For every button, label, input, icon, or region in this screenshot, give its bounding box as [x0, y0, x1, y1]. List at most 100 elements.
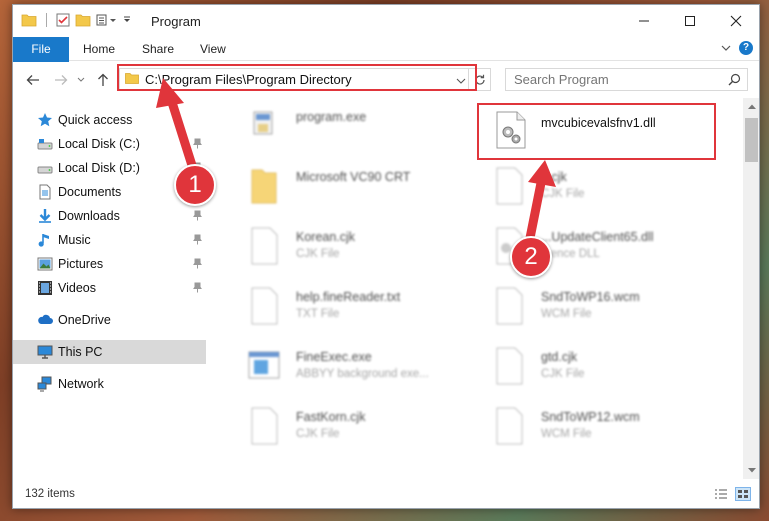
refresh-button[interactable] [468, 69, 490, 90]
sidebar-item-videos[interactable]: Videos [13, 276, 206, 300]
refresh-icon [474, 74, 485, 85]
list-item[interactable]: SndToWP16.wcm WCM File [491, 284, 711, 340]
sidebar-item-downloads[interactable]: Downloads [13, 204, 206, 228]
list-item[interactable]: Microsoft VC90 CRT [246, 164, 466, 220]
step-badge-2: 2 [510, 236, 552, 278]
exe-icon [253, 111, 273, 135]
sidebar-item-quick-access[interactable]: Quick access [13, 108, 206, 132]
pin-icon[interactable] [193, 138, 202, 149]
sidebar-item-music[interactable]: Music [13, 228, 206, 252]
sidebar-item-label: Downloads [58, 209, 120, 223]
list-item[interactable]: gtd.cjk CJK File [491, 344, 711, 400]
sidebar-item-label: Local Disk (D:) [58, 161, 140, 175]
help-icon[interactable]: ? [739, 41, 753, 55]
file-type: CJK File [541, 368, 585, 380]
sidebar-item-network[interactable]: Network [13, 372, 206, 396]
file-type: CJK File [541, 188, 585, 200]
sidebar-item-label: Pictures [58, 257, 104, 271]
list-item[interactable]: program.exe [246, 104, 466, 160]
dll-gear-icon [496, 111, 526, 149]
forward-button[interactable] [53, 72, 69, 88]
sidebar-item-this-pc[interactable]: This PC [13, 340, 206, 364]
list-item[interactable]: mvcubicevalsfnv1.dll [491, 108, 711, 164]
chevron-down-icon [456, 78, 466, 84]
chevron-down-icon [77, 77, 85, 82]
scroll-down-button[interactable] [743, 462, 759, 479]
file-list: program.exe mvcubicevalsfnv1.dll Microso… [206, 98, 743, 479]
blank-file-icon [251, 227, 278, 265]
minimize-button[interactable] [621, 5, 667, 37]
sidebar-item-label: Local Disk (C:) [58, 137, 140, 151]
vertical-scrollbar[interactable] [743, 98, 759, 479]
network-icon [37, 376, 52, 392]
properties-icon[interactable] [56, 13, 70, 27]
maximize-icon [685, 16, 695, 26]
pin-icon[interactable] [193, 282, 202, 293]
maximize-button[interactable] [667, 5, 713, 37]
sidebar-item-local-disk-c[interactable]: Local Disk (C:) [13, 132, 206, 156]
file-type: CJK File [296, 248, 340, 260]
tiles-view-button[interactable] [735, 487, 751, 501]
new-folder-icon[interactable] [75, 13, 91, 27]
list-item[interactable]: ...cjk CJK File [491, 164, 711, 220]
navigation-pane: Quick access Local Disk (C:) Local Disk … [13, 98, 206, 479]
documents-icon [39, 184, 51, 200]
pin-icon[interactable] [193, 210, 202, 221]
tab-view[interactable]: View [186, 37, 240, 61]
videos-icon [38, 281, 52, 295]
chevron-down-icon[interactable] [123, 13, 131, 27]
up-button[interactable] [95, 72, 111, 88]
close-button[interactable] [713, 5, 759, 37]
pictures-icon [37, 257, 53, 271]
chevron-down-icon [747, 468, 756, 473]
computer-icon [37, 345, 53, 359]
search-icon[interactable] [728, 73, 741, 89]
sidebar-item-onedrive[interactable]: OneDrive [13, 308, 206, 332]
sidebar-item-pictures[interactable]: Pictures [13, 252, 206, 276]
search-input[interactable] [506, 69, 716, 90]
tiles-view-icon [738, 490, 748, 498]
address-dropdown[interactable] [456, 74, 466, 88]
close-icon [730, 15, 742, 27]
blank-file-icon [251, 287, 278, 325]
back-button[interactable] [25, 72, 41, 88]
customize-toolbar-icon[interactable] [96, 13, 118, 27]
recent-locations-button[interactable] [73, 72, 89, 88]
cloud-icon [38, 314, 53, 324]
file-name: ...cjk [541, 170, 567, 184]
list-item[interactable]: FastKorn.cjk CJK File [246, 404, 466, 460]
file-name: SndToWP16.wcm [541, 290, 640, 304]
list-item[interactable]: help.fineReader.txt TXT File [246, 284, 466, 340]
explorer-window: Program File Home Share View ? C:\Progra… [12, 4, 760, 509]
pin-icon[interactable] [193, 234, 202, 245]
scrollbar-thumb[interactable] [745, 118, 758, 162]
file-name: SndToWP12.wcm [541, 410, 640, 424]
drive-icon [37, 139, 53, 150]
star-icon [38, 113, 52, 127]
file-name: Korean.cjk [296, 230, 356, 244]
file-name: gtd.cjk [541, 350, 578, 364]
tab-home[interactable]: Home [69, 37, 129, 61]
blank-file-icon [496, 287, 523, 325]
address-path: C:\Program Files\Program Directory [145, 72, 352, 87]
pin-icon[interactable] [193, 258, 202, 269]
file-name: FineExec.exe [296, 350, 372, 364]
ribbon-tabs: File Home Share View ? [13, 37, 759, 93]
list-item[interactable]: Korean.cjk CJK File [246, 224, 466, 280]
tab-share[interactable]: Share [128, 37, 188, 61]
sidebar-item-label: Quick access [58, 113, 133, 127]
address-bar[interactable]: C:\Program Files\Program Directory [119, 68, 491, 91]
scroll-up-button[interactable] [743, 98, 759, 115]
sidebar-item-label: Network [58, 377, 104, 391]
details-view-button[interactable] [713, 487, 729, 501]
sidebar-item-label: OneDrive [58, 313, 111, 327]
file-name: help.fineReader.txt [296, 290, 401, 304]
file-name: mvcubicevalsfnv1.dll [541, 116, 656, 130]
list-item[interactable]: FineExec.exe ABBYY background exe... [246, 344, 466, 400]
list-item[interactable]: SndToWP12.wcm WCM File [491, 404, 711, 460]
search-box[interactable] [505, 68, 748, 91]
expand-ribbon-icon[interactable] [721, 41, 731, 55]
file-type: WCM File [541, 308, 592, 320]
chevron-up-icon [747, 104, 756, 109]
arrow-left-icon [26, 75, 39, 85]
